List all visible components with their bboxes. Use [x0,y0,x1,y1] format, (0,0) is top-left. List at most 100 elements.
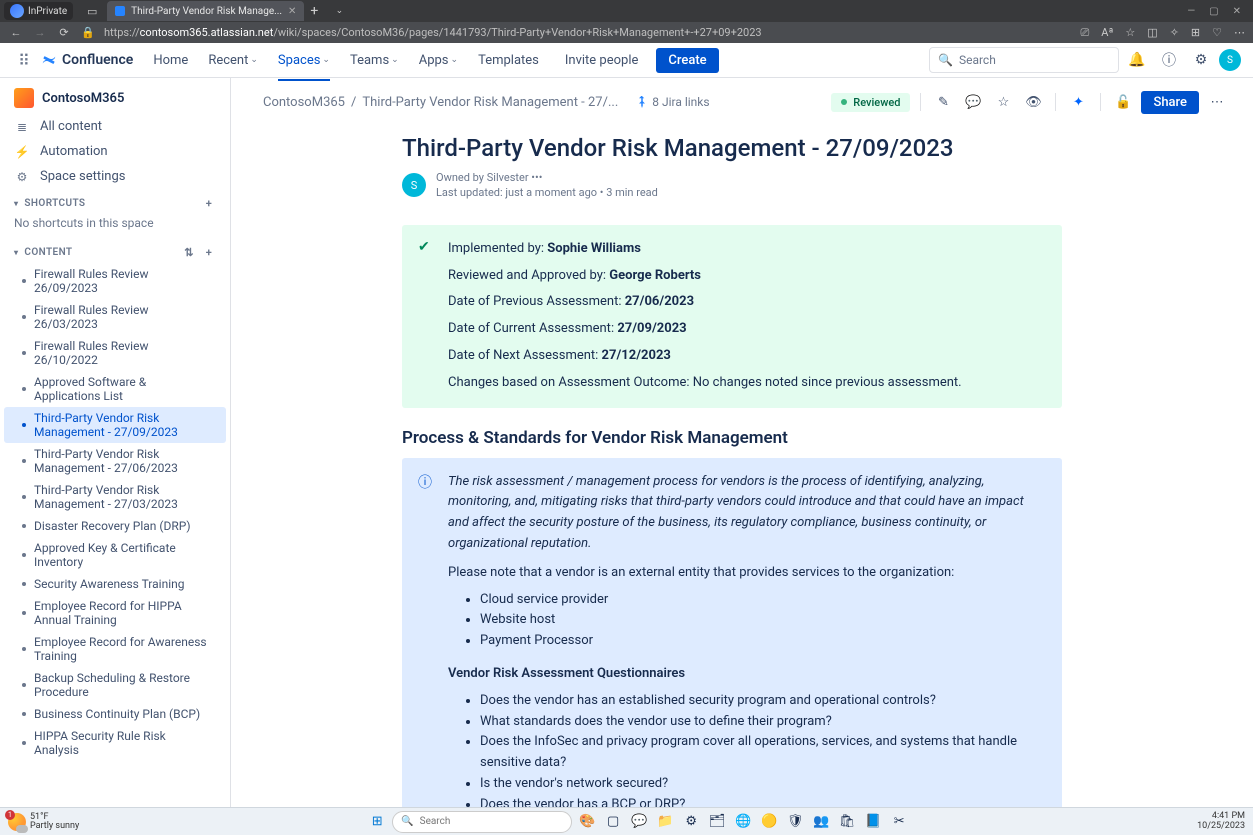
page-tree-item[interactable]: Business Continuity Plan (BCP) [4,703,226,725]
browser-essentials-icon[interactable]: ♡ [1212,26,1222,39]
inprivate-badge[interactable]: InPrivate [4,2,73,20]
start-icon[interactable]: ⊞ [366,811,388,833]
word-icon[interactable]: 📘 [862,811,884,833]
profile-avatar[interactable]: S [1219,49,1241,71]
refresh-icon[interactable]: ⟳ [56,26,72,39]
add-page-icon[interactable]: + [202,246,216,259]
create-button[interactable]: Create [656,48,718,73]
invite-people-button[interactable]: Invite people [555,48,649,73]
tab-actions-icon[interactable]: ⌄ [324,1,354,21]
nav-templates[interactable]: Templates [470,49,547,72]
more-icon[interactable]: ⋯ [1234,26,1245,39]
app-available-icon[interactable]: ⎚ [1080,26,1089,40]
star-icon[interactable]: ☆ [991,90,1015,114]
page-tree-item[interactable]: Approved Key & Certificate Inventory [4,537,226,573]
security-icon[interactable]: 🛡 [784,811,806,833]
workspaces-icon[interactable]: ▭ [77,1,107,21]
teams-icon[interactable]: 👥 [810,811,832,833]
page-tree-item[interactable]: Security Awareness Training [4,573,226,595]
sidebar-automation[interactable]: ⚡Automation [0,139,230,164]
share-button[interactable]: Share [1141,91,1199,114]
owner-menu-icon[interactable]: ••• [531,171,542,184]
page-tree-item[interactable]: Firewall Rules Review 26/03/2023 [4,299,226,335]
assessment-panel: ✔ Implemented by: Sophie Williams Review… [402,225,1062,408]
bullet-icon [22,712,26,716]
task-view-icon[interactable]: ▢ [602,811,624,833]
settings-icon[interactable]: ⚙ [1187,46,1215,74]
content-section-header[interactable]: ▾ CONTENT ⇅ + [0,238,230,263]
search-input[interactable]: 🔍 Search [929,47,1119,73]
tab-title: Third-Party Vendor Risk Manage... [131,6,282,17]
store-icon[interactable]: 🛍 [836,811,858,833]
copilot-icon[interactable]: 🎨 [576,811,598,833]
breadcrumb-page[interactable]: Third-Party Vendor Risk Management - 27/… [362,95,618,110]
sidebar-space-settings[interactable]: ⚙Space settings [0,164,230,189]
author-avatar[interactable]: S [402,173,426,197]
filter-icon[interactable]: ⇅ [182,246,196,259]
nav-recent[interactable]: Recent⌄ [200,49,266,72]
help-icon[interactable]: ⓘ [1155,46,1183,74]
back-icon[interactable]: ← [8,26,24,39]
page-tree-item[interactable]: Third-Party Vendor Risk Management - 27/… [4,479,226,515]
ai-icon[interactable]: ✦ [1066,90,1090,114]
explorer-icon[interactable]: 📁 [654,811,676,833]
read-aloud-icon[interactable]: Aª [1101,26,1113,39]
weather-widget[interactable]: 1 51°F Partly sunny [8,813,79,831]
more-actions-icon[interactable]: ⋯ [1205,90,1229,114]
status-badge[interactable]: Reviewed [831,93,910,112]
chat-icon[interactable]: 💬 [628,811,650,833]
breadcrumb-space[interactable]: ContosoM365 [263,95,345,110]
confluence-icon [40,51,58,69]
taskbar-search[interactable]: 🔍Search [392,811,572,833]
url-field[interactable]: https://contosom365.atlassian.net/wiki/s… [104,26,1072,39]
jira-links[interactable]: 8 Jira links [636,95,709,109]
collections-icon[interactable]: ✧ [1170,26,1179,39]
confluence-logo[interactable]: Confluence [40,51,133,69]
page-tree-item[interactable]: Firewall Rules Review 26/09/2023 [4,263,226,299]
lock-icon[interactable]: 🔓 [1111,90,1135,114]
page-title: Third-Party Vendor Risk Management - 27/… [402,134,1062,162]
page-tree-item[interactable]: Third-Party Vendor Risk Management - 27/… [4,407,226,443]
maximize-icon[interactable]: ▢ [1209,6,1218,17]
comment-icon[interactable]: 💬 [961,90,985,114]
close-window-icon[interactable]: ✕ [1233,6,1241,17]
split-screen-icon[interactable]: ◫ [1147,26,1157,39]
close-tab-icon[interactable]: ✕ [288,6,296,17]
edge-icon[interactable]: 🌐 [732,811,754,833]
bullet-icon [22,553,26,557]
snip-icon[interactable]: ✂ [888,811,910,833]
page-tree-item[interactable]: Disaster Recovery Plan (DRP) [4,515,226,537]
sidebar-all-content[interactable]: ≣All content [0,114,230,139]
new-tab-button[interactable]: + [304,3,324,19]
system-clock[interactable]: 4:41 PM 10/25/2023 [1197,812,1245,832]
shortcuts-section-header[interactable]: ▾ SHORTCUTS + [0,189,230,214]
page-tree-item[interactable]: Firewall Rules Review 26/10/2022 [4,335,226,371]
nav-teams[interactable]: Teams⌄ [342,49,407,72]
vendor-types-list: Cloud service providerWebsite hostPaymen… [448,590,1046,652]
browser-tab[interactable]: Third-Party Vendor Risk Manage... ✕ [107,1,304,21]
minimize-icon[interactable]: — [1187,6,1195,17]
page-tree-item[interactable]: Backup Scheduling & Restore Procedure [4,667,226,703]
page-tree-item[interactable]: Employee Record for Awareness Training [4,631,226,667]
notifications-icon[interactable]: 🔔 [1123,46,1151,74]
list-item: Website host [480,610,1046,631]
edit-icon[interactable]: ✎ [931,90,955,114]
page-tree-item[interactable]: HIPPA Security Rule Risk Analysis [4,725,226,761]
site-info-icon[interactable]: 🔒 [80,26,96,39]
space-header[interactable]: ContosoM365 [0,78,230,114]
favorite-icon[interactable]: ☆ [1125,26,1135,39]
files-icon[interactable]: 🗂 [706,811,728,833]
page-tree-item[interactable]: Third-Party Vendor Risk Management - 27/… [4,443,226,479]
nav-home[interactable]: Home [145,49,196,72]
page-tree-item[interactable]: Approved Software & Applications List [4,371,226,407]
add-shortcut-icon[interactable]: + [202,197,216,210]
nav-apps[interactable]: Apps⌄ [411,49,466,72]
page-tree-item[interactable]: Employee Record for HIPPA Annual Trainin… [4,595,226,631]
chrome-icon[interactable]: 🟡 [758,811,780,833]
extensions-icon[interactable]: ⊞ [1191,26,1200,39]
settings-taskbar-icon[interactable]: ⚙ [680,811,702,833]
jira-icon [636,96,648,108]
watch-icon[interactable]: 👁 [1021,90,1045,114]
nav-spaces[interactable]: Spaces⌄ [270,49,338,72]
app-switcher-icon[interactable]: ⠿ [12,51,36,70]
